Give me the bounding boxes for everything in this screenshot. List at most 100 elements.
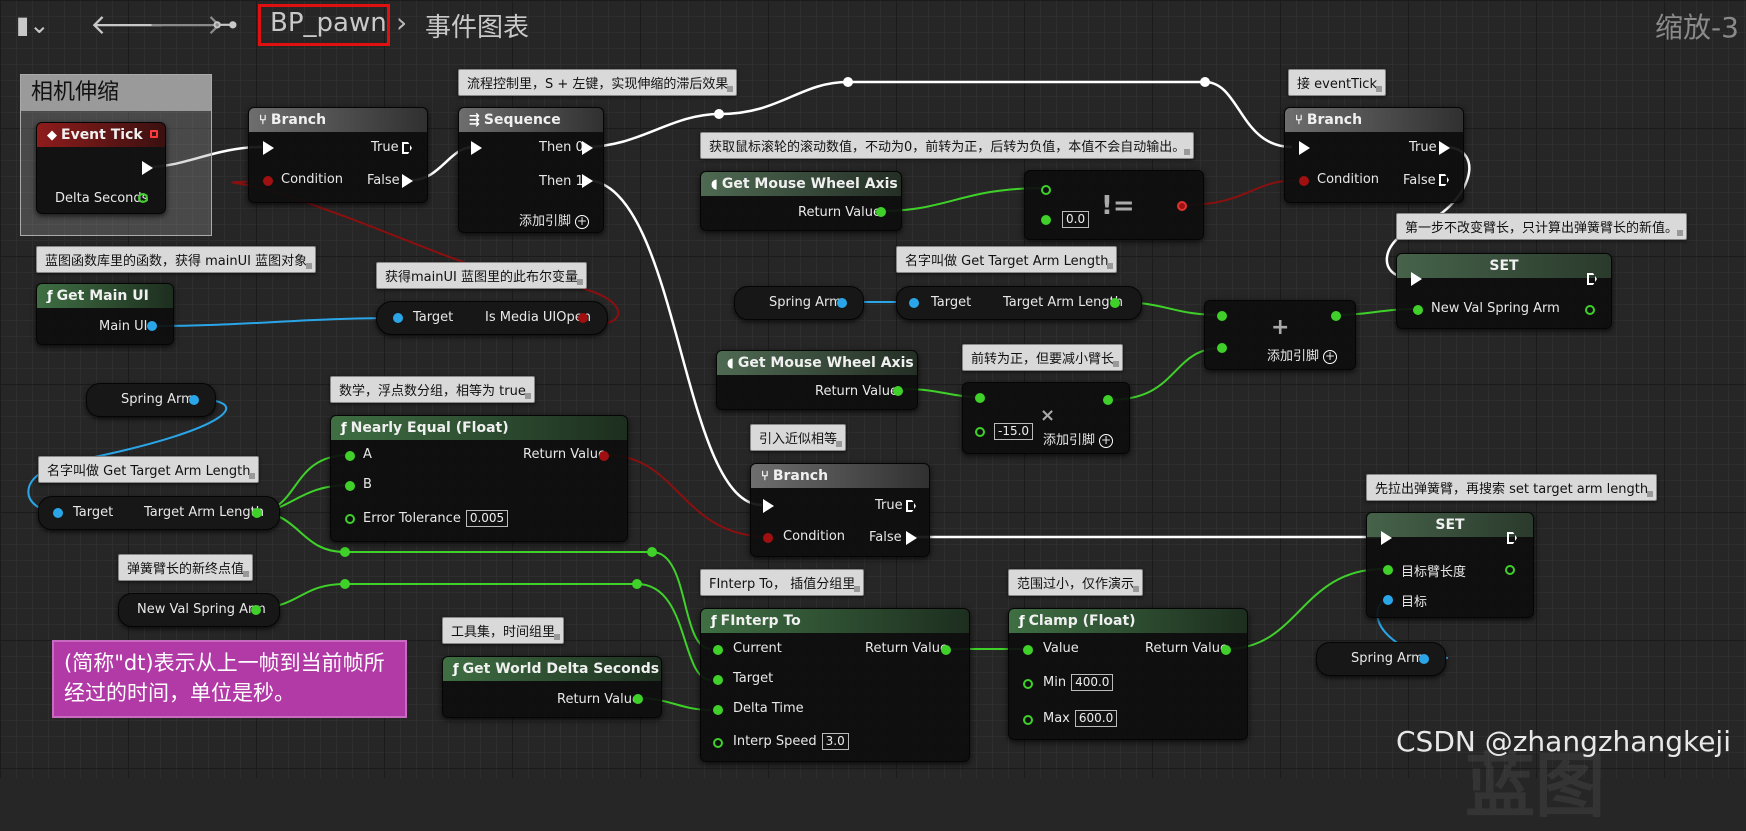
exec-out-pin[interactable] xyxy=(142,161,153,175)
return-value-pin[interactable] xyxy=(599,451,609,461)
min-pin[interactable] xyxy=(1023,679,1033,689)
new-val-spring-arm-pin[interactable] xyxy=(251,605,261,615)
value-pin[interactable] xyxy=(1023,645,1033,655)
reroute-node[interactable] xyxy=(1200,77,1210,87)
node-comment[interactable]: 名字叫做 Get Target Arm Length xyxy=(38,456,260,483)
not-equal-node[interactable]: 0.0 != xyxy=(1024,170,1204,240)
sequence-node[interactable]: ⇶ Sequence Then 0 Then 1 添加引脚 + xyxy=(458,107,604,233)
branch-node[interactable]: ⑂ Branch True Condition False xyxy=(1284,107,1464,203)
reroute-node[interactable] xyxy=(632,579,642,589)
get-target-arm-length-node[interactable]: Target Target Arm Length xyxy=(896,286,1142,320)
node-comment[interactable]: 第一步不改变臂长，只计算出弹簧臂长的新值。 xyxy=(1396,213,1688,240)
node-comment[interactable]: 接 eventTick xyxy=(1288,69,1386,96)
delegate-pin-icon[interactable] xyxy=(150,130,158,138)
condition-pin[interactable] xyxy=(263,176,273,186)
main-ui-pin[interactable] xyxy=(147,321,157,331)
exec-in-pin[interactable] xyxy=(1381,531,1392,545)
input-b-pin[interactable] xyxy=(975,427,985,437)
node-comment[interactable]: 流程控制里，S + 左键，实现伸缩的滞后效果 xyxy=(458,69,738,96)
false-exec-pin[interactable] xyxy=(906,531,917,545)
condition-pin[interactable] xyxy=(763,533,773,543)
set-target-arm-length-node[interactable]: SET 目标臂长度 目标 xyxy=(1366,512,1534,618)
spring-arm-pin[interactable] xyxy=(837,298,847,308)
error-tolerance-pin[interactable] xyxy=(345,514,355,524)
reroute-node[interactable] xyxy=(647,547,657,557)
input-a-pin[interactable] xyxy=(975,393,985,403)
target-pin[interactable] xyxy=(1383,595,1393,605)
node-comment[interactable]: FInterp To， 插值分组里 xyxy=(700,569,865,596)
input-a-pin[interactable] xyxy=(1217,311,1227,321)
node-comment[interactable]: 先拉出弹簧臂，再搜索 set target arm length xyxy=(1366,474,1658,501)
false-exec-pin[interactable] xyxy=(402,174,413,188)
exec-in-pin[interactable] xyxy=(263,141,274,155)
spring-arm-variable-node[interactable]: Spring Arm xyxy=(86,383,216,417)
bookmark-icon[interactable]: ▮⌄ xyxy=(16,0,49,50)
false-exec-pin[interactable] xyxy=(1439,174,1449,186)
return-value-pin[interactable] xyxy=(1221,645,1231,655)
node-comment[interactable]: 弹簧臂长的新终点值 xyxy=(118,554,254,581)
set-spring-arm-node[interactable]: SET New Val Spring Arm xyxy=(1396,253,1612,329)
exec-in-pin[interactable] xyxy=(1299,141,1310,155)
return-value-pin[interactable] xyxy=(876,207,886,217)
node-comment[interactable]: 引入近似相等 xyxy=(750,424,847,451)
delta-time-pin[interactable] xyxy=(713,705,723,715)
true-exec-pin[interactable] xyxy=(906,500,916,512)
condition-pin[interactable] xyxy=(1299,176,1309,186)
exec-in-pin[interactable] xyxy=(763,499,774,513)
return-value-pin[interactable] xyxy=(1331,311,1341,321)
annotation-note[interactable]: (简称"dt)表示从上一帧到当前帧所经过的时间，单位是秒。 xyxy=(52,640,407,718)
reroute-node[interactable] xyxy=(340,579,350,589)
node-comment[interactable]: 名字叫做 Get Target Arm Length xyxy=(896,246,1118,273)
add-pin-button[interactable]: 添加引脚 + xyxy=(1267,345,1338,364)
get-world-delta-seconds-node[interactable]: ƒ Get World Delta Seconds Return Value xyxy=(442,656,662,718)
max-value[interactable]: 600.0 xyxy=(1074,710,1118,727)
get-mouse-wheel-axis-node[interactable]: ◖ Get Mouse Wheel Axis Return Value xyxy=(716,350,918,410)
exec-in-pin[interactable] xyxy=(471,141,482,155)
exec-in-pin[interactable] xyxy=(1411,272,1422,286)
clamp-float-node[interactable]: ƒ Clamp (Float) Value Return Value Min 400… xyxy=(1008,608,1248,740)
spring-arm-pin[interactable] xyxy=(189,395,199,405)
add-float-node[interactable]: + 添加引脚 + xyxy=(1204,300,1356,370)
input-b-pin[interactable] xyxy=(1217,343,1227,353)
spring-arm-pin[interactable] xyxy=(1419,654,1429,664)
multiply-float-node[interactable]: -15.0 × 添加引脚 + xyxy=(962,382,1130,454)
min-value[interactable]: 400.0 xyxy=(1071,674,1114,691)
target-arm-length-pin[interactable] xyxy=(1383,565,1393,575)
new-val-spring-arm-variable-node[interactable]: New Val Spring Arm xyxy=(118,593,280,627)
node-comment[interactable]: 范围过小，仅作演示 xyxy=(1008,569,1144,596)
delta-seconds-pin[interactable] xyxy=(138,193,148,203)
return-value-pin[interactable] xyxy=(893,386,903,396)
input-b-value[interactable]: -15.0 xyxy=(994,423,1034,440)
node-comment[interactable]: 工具集，时间组里 xyxy=(442,617,565,644)
return-value-pin[interactable] xyxy=(1103,395,1113,405)
max-pin[interactable] xyxy=(1023,715,1033,725)
interp-speed-value[interactable]: 3.0 xyxy=(821,733,849,750)
branch-node[interactable]: ⑂ Branch True Condition False xyxy=(750,463,930,557)
nearly-equal-float-node[interactable]: ƒ Nearly Equal (Float) A Return Value B E… xyxy=(330,415,628,542)
target-pin[interactable] xyxy=(53,508,63,518)
get-target-arm-length-node[interactable]: Target Target Arm Length xyxy=(38,496,280,530)
breadcrumb-blueprint[interactable]: BP_pawn xyxy=(270,8,387,38)
then1-pin[interactable] xyxy=(582,174,593,188)
node-comment[interactable]: 蓝图函数库里的函数，获得 mainUI 蓝图对象 xyxy=(36,246,317,273)
node-comment[interactable]: 获取鼠标滚轮的滚动数值，不动为0，前转为正，后转为负值，本值不会自动输出。 xyxy=(700,132,1195,159)
graph-hierarchy-icon[interactable]: ⊶ xyxy=(212,0,238,50)
target-pin[interactable] xyxy=(393,313,403,323)
then0-pin[interactable] xyxy=(582,141,593,155)
return-value-pin[interactable] xyxy=(633,694,643,704)
current-pin[interactable] xyxy=(713,645,723,655)
input-b-pin[interactable] xyxy=(1041,215,1051,225)
node-comment[interactable]: 获得mainUI 蓝图里的此布尔变量 xyxy=(376,262,587,289)
target-arm-length-pin[interactable] xyxy=(252,508,262,518)
input-b-pin[interactable] xyxy=(345,481,355,491)
is-media-ui-open-node[interactable]: Target Is Media UIOpen xyxy=(376,301,608,335)
target-pin[interactable] xyxy=(713,675,723,685)
interp-speed-pin[interactable] xyxy=(713,738,723,748)
node-comment[interactable]: 数学，浮点数分组，相等为 true xyxy=(330,376,535,403)
finterp-to-node[interactable]: ƒ FInterp To Current Return Value Target … xyxy=(700,608,970,762)
reroute-node[interactable] xyxy=(340,547,350,557)
input-a-pin[interactable] xyxy=(345,451,355,461)
add-pin-button[interactable]: 添加引脚 + xyxy=(519,210,590,229)
output-value-pin[interactable] xyxy=(1505,565,1515,575)
reroute-node[interactable] xyxy=(843,77,853,87)
